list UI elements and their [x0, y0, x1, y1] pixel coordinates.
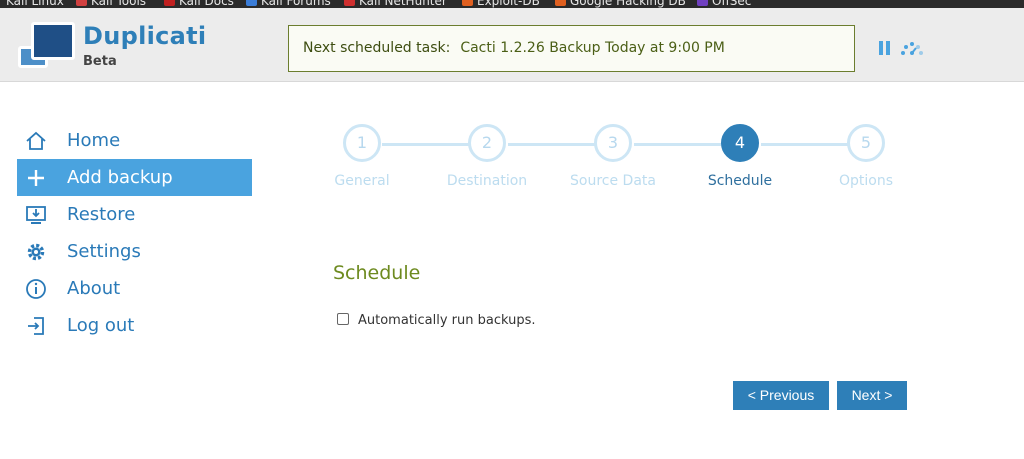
sidebar-item-restore[interactable]: Restore: [17, 196, 252, 233]
next-button[interactable]: Next >: [837, 381, 907, 410]
ghdb-icon: [555, 0, 566, 6]
wizard-stepper: 1 General 2 Destination 3 Source Data 4 …: [320, 122, 920, 202]
step-options[interactable]: 5 Options: [811, 122, 921, 189]
next-task-value: Cacti 1.2.26 Backup Today at 9:00 PM: [460, 40, 725, 56]
bookmark-label: Exploit-DB: [477, 0, 540, 8]
exploit-db-icon: [462, 0, 473, 6]
step-label: Options: [838, 173, 894, 189]
bookmark-kali-tools[interactable]: Kali Tools: [76, 0, 146, 8]
bookmarks-bar: Kali Linux Kali Tools Kali Docs Kali For…: [0, 0, 1024, 8]
bookmark-label: Kali Tools: [91, 0, 147, 8]
section-title: Schedule: [333, 262, 421, 284]
plus-icon: [25, 167, 47, 189]
step-schedule[interactable]: 4 Schedule: [685, 122, 795, 189]
nethunter-icon: [344, 0, 355, 6]
bookmark-label: OffSec: [712, 0, 752, 8]
kali-docs-icon: [164, 0, 175, 6]
restore-icon: [25, 204, 47, 226]
bookmark-label: Kali NetHunter: [359, 0, 447, 8]
next-task-label: Next scheduled task:: [303, 40, 451, 56]
bookmark-label: Google Hacking DB: [570, 0, 686, 8]
step-label: Schedule: [707, 173, 773, 189]
step-label: Source Data: [570, 173, 656, 189]
sidebar-item-label: Log out: [67, 315, 135, 336]
step-label: Destination: [446, 173, 528, 189]
info-icon: [25, 278, 47, 300]
sidebar-item-label: Home: [67, 130, 121, 151]
bookmark-kali-docs[interactable]: Kali Docs: [164, 0, 234, 8]
gear-icon: [25, 241, 47, 263]
bookmark-label: Kali Forums: [261, 0, 331, 8]
home-icon: [25, 130, 47, 152]
step-number: 5: [847, 124, 885, 162]
sidebar-item-about[interactable]: About: [17, 270, 252, 307]
auto-run-label: Automatically run backups.: [358, 313, 536, 328]
app-header: Duplicati Beta Next scheduled task: Cacti…: [0, 8, 1024, 82]
previous-button[interactable]: < Previous: [733, 381, 829, 410]
bookmark-kali-linux[interactable]: Kali Linux: [6, 0, 64, 8]
sidebar-item-log-out[interactable]: Log out: [17, 307, 252, 344]
step-number: 1: [343, 124, 381, 162]
kali-tools-icon: [76, 0, 87, 6]
bookmark-kali-forums[interactable]: Kali Forums: [246, 0, 331, 8]
auto-run-option[interactable]: Automatically run backups.: [337, 313, 536, 328]
auto-run-checkbox[interactable]: [337, 313, 349, 325]
bookmark-label: Kali Linux: [6, 0, 64, 8]
step-number: 2: [468, 124, 506, 162]
bookmark-offsec[interactable]: OffSec: [697, 0, 751, 8]
sidebar-item-home[interactable]: Home: [17, 122, 252, 159]
sidebar-item-label: About: [67, 278, 121, 299]
step-destination[interactable]: 2 Destination: [432, 122, 542, 189]
next-scheduled-task[interactable]: Next scheduled task: Cacti 1.2.26 Backup …: [288, 25, 855, 72]
kali-forums-icon: [246, 0, 257, 6]
brand-name[interactable]: Duplicati: [83, 22, 206, 50]
sidebar-item-add-backup[interactable]: Add backup: [17, 159, 252, 196]
sidebar-item-label: Add backup: [67, 167, 173, 188]
edition-label: Beta: [83, 54, 117, 69]
sidebar-item-settings[interactable]: Settings: [17, 233, 252, 270]
logout-icon: [25, 315, 47, 337]
bookmark-google-hacking-db[interactable]: Google Hacking DB: [555, 0, 686, 8]
offsec-icon: [697, 0, 708, 6]
pause-icon[interactable]: [879, 41, 891, 55]
speed-gauge-icon[interactable]: [899, 38, 925, 58]
sidebar-item-label: Settings: [67, 241, 141, 262]
sidebar-nav: Home Add backup Restore Settings About L…: [17, 122, 252, 344]
step-source-data[interactable]: 3 Source Data: [558, 122, 668, 189]
step-general[interactable]: 1 General: [307, 122, 417, 189]
bookmark-label: Kali Docs: [179, 0, 234, 8]
duplicati-logo[interactable]: [18, 22, 76, 74]
bookmark-kali-nethunter[interactable]: Kali NetHunter: [344, 0, 447, 8]
bookmark-exploit-db[interactable]: Exploit-DB: [462, 0, 540, 8]
step-number: 4: [721, 124, 759, 162]
step-number: 3: [594, 124, 632, 162]
step-label: General: [334, 173, 390, 189]
sidebar-item-label: Restore: [67, 204, 136, 225]
